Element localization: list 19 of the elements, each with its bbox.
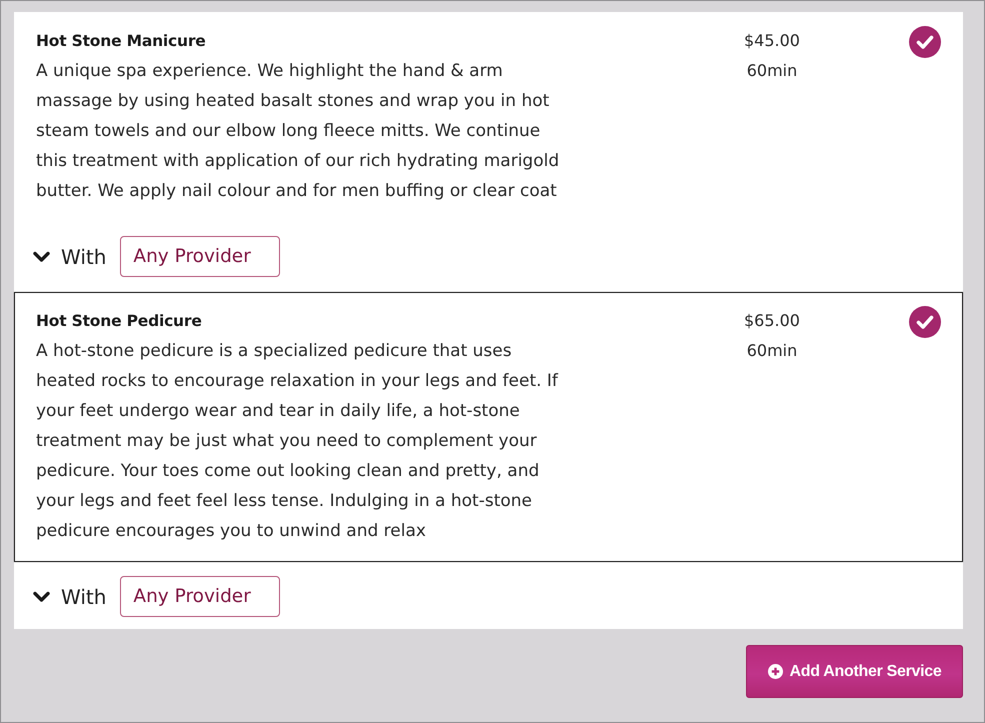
chevron-down-icon[interactable] [33, 250, 50, 262]
checkmark-circle-icon[interactable] [909, 26, 941, 58]
checkmark-circle-icon[interactable] [909, 306, 941, 338]
add-service-button[interactable]: Add Another Service [746, 645, 963, 698]
with-label: With [61, 584, 106, 608]
service-duration: 60min [746, 60, 798, 82]
service-duration: 60min [746, 340, 798, 362]
provider-button[interactable]: Any Provider [120, 236, 280, 277]
service-card[interactable] [14, 292, 963, 562]
chevron-down-icon[interactable] [33, 590, 50, 602]
service-description: A hot-stone pedicure is a specialized pedicure that uses heated rocks to encourage relaxation in your legs and feet. If your feet undergo wear and tear in daily life, a hot-stone treatment may be just what you need to complement your pedicure. Your toes come out looking clean and pretty, and your legs and feet feel less tense. Indulging in a hot-stone pedicure encourages you to unwind and relax [36, 340, 560, 543]
service-title: Hot Stone Manicure [36, 31, 207, 52]
service-price: $65.00 [744, 310, 800, 332]
service-description: A unique spa experience. We highlight the hand & arm massage by using heated basalt stones and wrap you in hot steam towels and our elbow long fleece mitts. We continue this treatment with application of our rich hydrating marigold butter. We apply nail colour and for men buffing or clear coat [36, 60, 560, 203]
with-label: With [61, 244, 106, 268]
service-title: Hot Stone Pedicure [36, 311, 203, 332]
provider-button[interactable]: Any Provider [120, 576, 280, 617]
service-price: $45.00 [744, 30, 800, 52]
plus-circle-icon [768, 664, 783, 679]
